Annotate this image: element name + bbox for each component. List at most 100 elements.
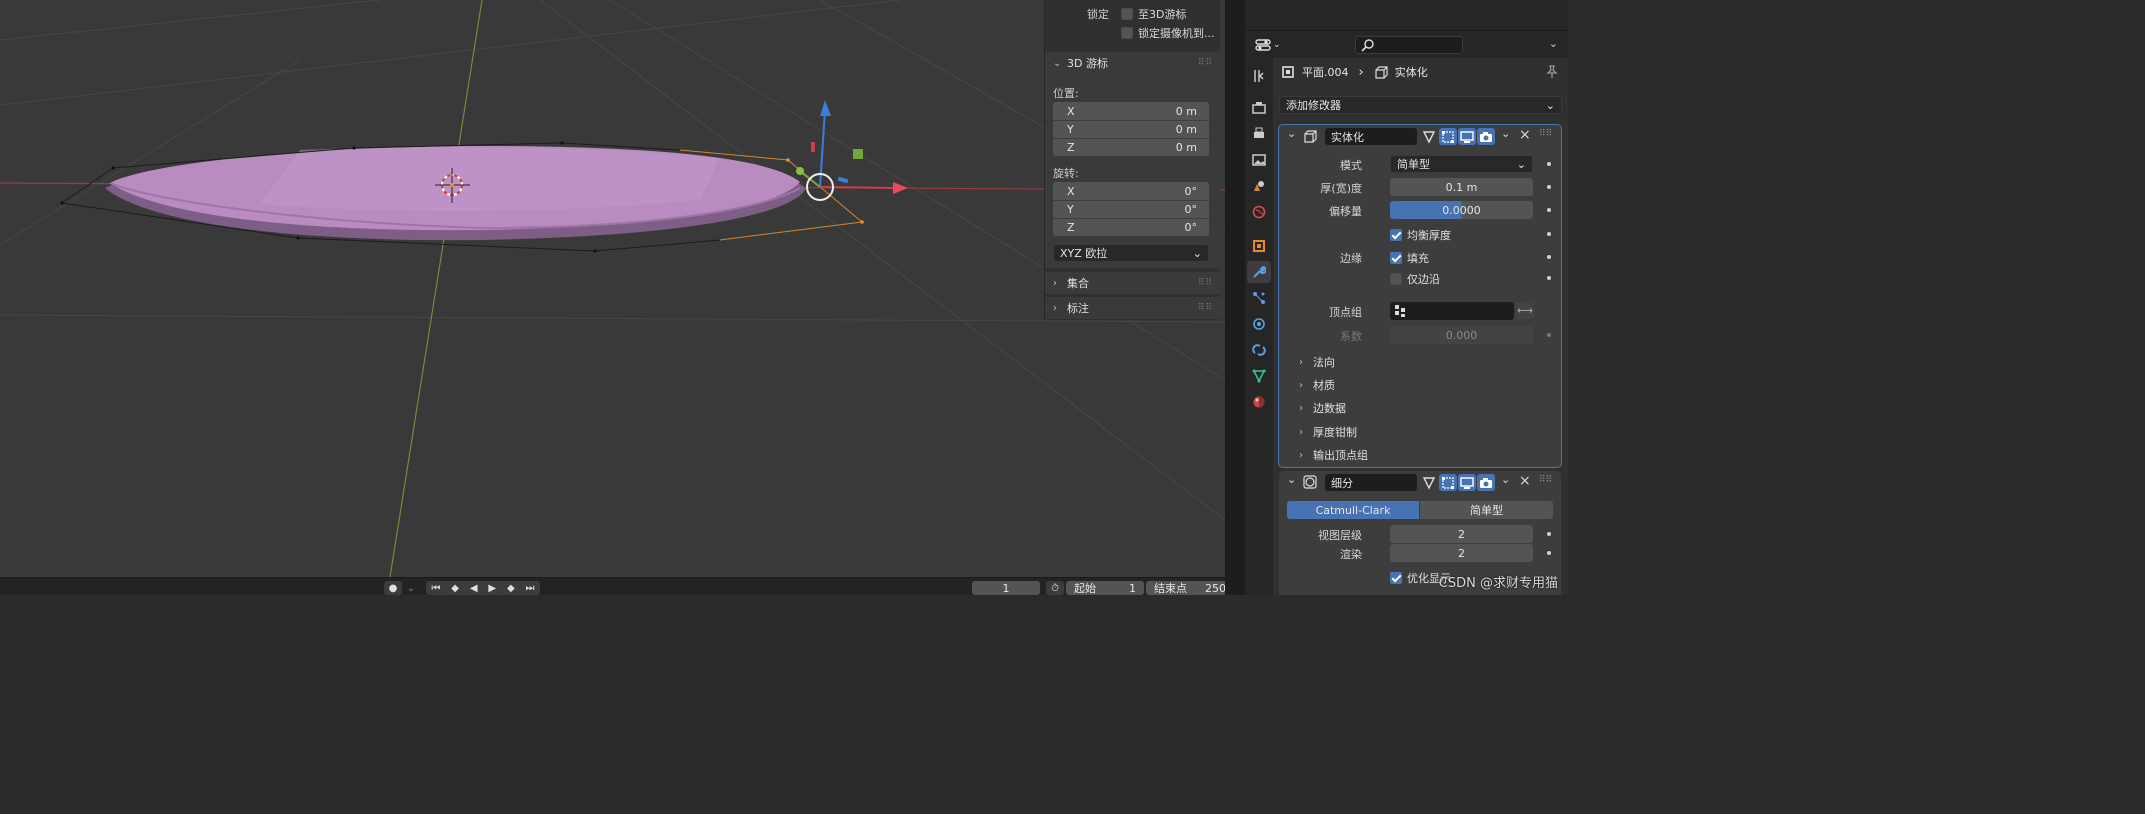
stopwatch-icon[interactable]: ⏱ bbox=[1046, 581, 1064, 595]
breadcrumb-object[interactable]: 平面.004 bbox=[1302, 64, 1349, 80]
next-keyframe-icon[interactable]: ◆ bbox=[507, 583, 515, 594]
editor-type-dropdown[interactable]: ⌄ bbox=[1255, 37, 1285, 53]
end-frame-field[interactable]: 结束点 250 bbox=[1146, 581, 1234, 595]
panel-header-annotations[interactable]: › 标注 ⠿⠿ bbox=[1045, 297, 1221, 319]
checkbox-box[interactable] bbox=[1390, 572, 1402, 584]
keyframe-dot[interactable] bbox=[1547, 551, 1551, 555]
tab-particles[interactable] bbox=[1247, 287, 1271, 309]
cursor-rotation-y[interactable]: Y 0° bbox=[1053, 200, 1209, 218]
viewport-scene[interactable] bbox=[0, 0, 1225, 577]
record-button[interactable]: ● bbox=[384, 581, 402, 595]
tab-material[interactable] bbox=[1247, 391, 1271, 413]
pin-icon[interactable] bbox=[1546, 65, 1558, 79]
offset-slider[interactable]: 0.0000 bbox=[1390, 201, 1533, 219]
tab-modifiers[interactable] bbox=[1247, 261, 1271, 283]
checkbox-box[interactable] bbox=[1390, 252, 1402, 264]
properties-search-input[interactable] bbox=[1355, 36, 1463, 54]
add-modifier-dropdown[interactable]: 添加修改器 ⌄ bbox=[1279, 96, 1562, 114]
cursor-rotation-x[interactable]: X 0° bbox=[1053, 182, 1209, 200]
checkbox-box[interactable] bbox=[1121, 27, 1133, 39]
keyframe-dot[interactable] bbox=[1547, 255, 1551, 259]
prev-keyframe-icon[interactable]: ◆ bbox=[451, 583, 459, 594]
cursor-location-x[interactable]: X 0 m bbox=[1053, 102, 1209, 120]
keying-dropdown[interactable]: ⌄ bbox=[403, 581, 419, 595]
play-icon[interactable]: ▶ bbox=[488, 583, 496, 594]
chevron-down-icon[interactable]: ⌄ bbox=[1287, 473, 1296, 486]
edit-mode-cage-toggle[interactable] bbox=[1420, 474, 1438, 491]
render-levels-field[interactable]: 2 bbox=[1390, 544, 1533, 562]
drag-grip-icon[interactable]: ⠿⠿ bbox=[1539, 475, 1552, 485]
3d-viewport[interactable]: 锁定 至3D游标 锁定摄像机到... ⌄ 3D 游标 ⠿⠿ 位置: X 0 m … bbox=[0, 0, 1225, 577]
catmull-clark-option[interactable]: Catmull-Clark bbox=[1287, 501, 1419, 519]
viewport-levels-field[interactable]: 2 bbox=[1390, 525, 1533, 543]
tab-constraints[interactable] bbox=[1247, 339, 1271, 361]
breadcrumb-modifier[interactable]: 实体化 bbox=[1395, 64, 1428, 80]
y-arrow-handle[interactable] bbox=[796, 167, 804, 175]
cursor-rotation-z[interactable]: Z 0° bbox=[1053, 218, 1209, 236]
checkbox-box[interactable] bbox=[1390, 229, 1402, 241]
keyframe-dot[interactable] bbox=[1547, 276, 1551, 280]
close-icon[interactable]: × bbox=[1519, 473, 1531, 489]
edit-mode-cage-toggle[interactable] bbox=[1420, 128, 1438, 145]
tab-view-layer[interactable] bbox=[1247, 149, 1271, 171]
modifier-header[interactable]: ⌄ 实体化 ⌄ × ⠿⠿ bbox=[1279, 125, 1561, 147]
subpanel-edge-data[interactable]: › 边数据 bbox=[1299, 398, 1346, 418]
modifier-name-input[interactable]: 细分 bbox=[1325, 474, 1417, 491]
factor-field[interactable]: 0.000 bbox=[1390, 326, 1533, 344]
yz-plane-handle[interactable] bbox=[811, 142, 815, 152]
chevron-down-icon[interactable]: ⌄ bbox=[1501, 473, 1510, 486]
current-frame-field[interactable]: 1 bbox=[972, 581, 1040, 595]
drag-grip-icon[interactable]: ⠿⠿ bbox=[1539, 129, 1552, 139]
keyframe-dot[interactable] bbox=[1547, 532, 1551, 536]
keyframe-dot[interactable] bbox=[1547, 232, 1551, 236]
only-rim-checkbox[interactable]: 仅边沿 bbox=[1390, 271, 1440, 287]
keyframe-dot[interactable] bbox=[1547, 185, 1551, 189]
lock-camera-checkbox[interactable]: 锁定摄像机到... bbox=[1121, 25, 1215, 41]
tab-world[interactable] bbox=[1247, 201, 1271, 223]
modifier-name-input[interactable]: 实体化 bbox=[1325, 128, 1417, 145]
tab-object[interactable] bbox=[1247, 235, 1271, 257]
cursor-location-z[interactable]: Z 0 m bbox=[1053, 138, 1209, 156]
tab-output[interactable] bbox=[1247, 123, 1271, 145]
tab-data[interactable] bbox=[1247, 365, 1271, 387]
area-divider[interactable] bbox=[1225, 0, 1245, 595]
edit-mode-toggle[interactable] bbox=[1439, 128, 1457, 145]
jump-start-icon[interactable]: ⏮ bbox=[431, 583, 440, 594]
keyframe-dot[interactable] bbox=[1547, 333, 1551, 337]
even-thickness-checkbox[interactable]: 均衡厚度 bbox=[1390, 227, 1451, 243]
subpanel-thickness-clamp[interactable]: › 厚度钳制 bbox=[1299, 422, 1357, 442]
vertex-group-field[interactable] bbox=[1390, 302, 1514, 320]
modifier-header[interactable]: ⌄ 细分 ⌄ × ⠿⠿ bbox=[1279, 471, 1561, 493]
lock-to-cursor-checkbox[interactable]: 至3D游标 bbox=[1121, 6, 1186, 22]
jump-end-icon[interactable]: ⏭ bbox=[526, 583, 535, 594]
invert-vertex-group-toggle[interactable]: ⟷ bbox=[1516, 302, 1534, 319]
edit-mode-toggle[interactable] bbox=[1439, 474, 1457, 491]
checkbox-box[interactable] bbox=[1390, 273, 1402, 285]
play-reverse-icon[interactable]: ◀ bbox=[470, 583, 478, 594]
xy-plane-handle[interactable] bbox=[837, 176, 849, 184]
subpanel-output-vertex-groups[interactable]: › 输出顶点组 bbox=[1299, 445, 1368, 465]
tab-render[interactable] bbox=[1247, 97, 1271, 119]
drag-grip-icon[interactable]: ⠿⠿ bbox=[1198, 58, 1213, 68]
subpanel-normals[interactable]: › 法向 bbox=[1299, 352, 1335, 372]
render-toggle[interactable] bbox=[1477, 474, 1495, 491]
keyframe-dot[interactable] bbox=[1547, 208, 1551, 212]
keyframe-dot[interactable] bbox=[1547, 162, 1551, 166]
tab-tool[interactable] bbox=[1247, 65, 1271, 87]
tab-physics[interactable] bbox=[1247, 313, 1271, 335]
simple-option[interactable]: 简单型 bbox=[1420, 501, 1553, 519]
drag-grip-icon[interactable]: ⠿⠿ bbox=[1198, 303, 1213, 313]
chevron-down-icon[interactable]: ⌄ bbox=[1287, 127, 1296, 140]
chevron-down-icon[interactable]: ⌄ bbox=[1501, 127, 1510, 140]
render-toggle[interactable] bbox=[1477, 128, 1495, 145]
xz-plane-handle[interactable] bbox=[853, 149, 863, 159]
panel-header-collections[interactable]: › 集合 ⠿⠿ bbox=[1045, 272, 1221, 294]
mode-dropdown[interactable]: 简单型 ⌄ bbox=[1390, 155, 1533, 173]
close-icon[interactable]: × bbox=[1519, 127, 1531, 143]
viewport-display-toggle[interactable] bbox=[1458, 474, 1476, 491]
z-arrow-handle[interactable] bbox=[820, 100, 831, 116]
start-frame-field[interactable]: 起始 1 bbox=[1066, 581, 1144, 595]
cursor-location-y[interactable]: Y 0 m bbox=[1053, 120, 1209, 138]
subpanel-materials[interactable]: › 材质 bbox=[1299, 375, 1335, 395]
panel-header-3d-cursor[interactable]: ⌄ 3D 游标 ⠿⠿ bbox=[1045, 52, 1221, 74]
